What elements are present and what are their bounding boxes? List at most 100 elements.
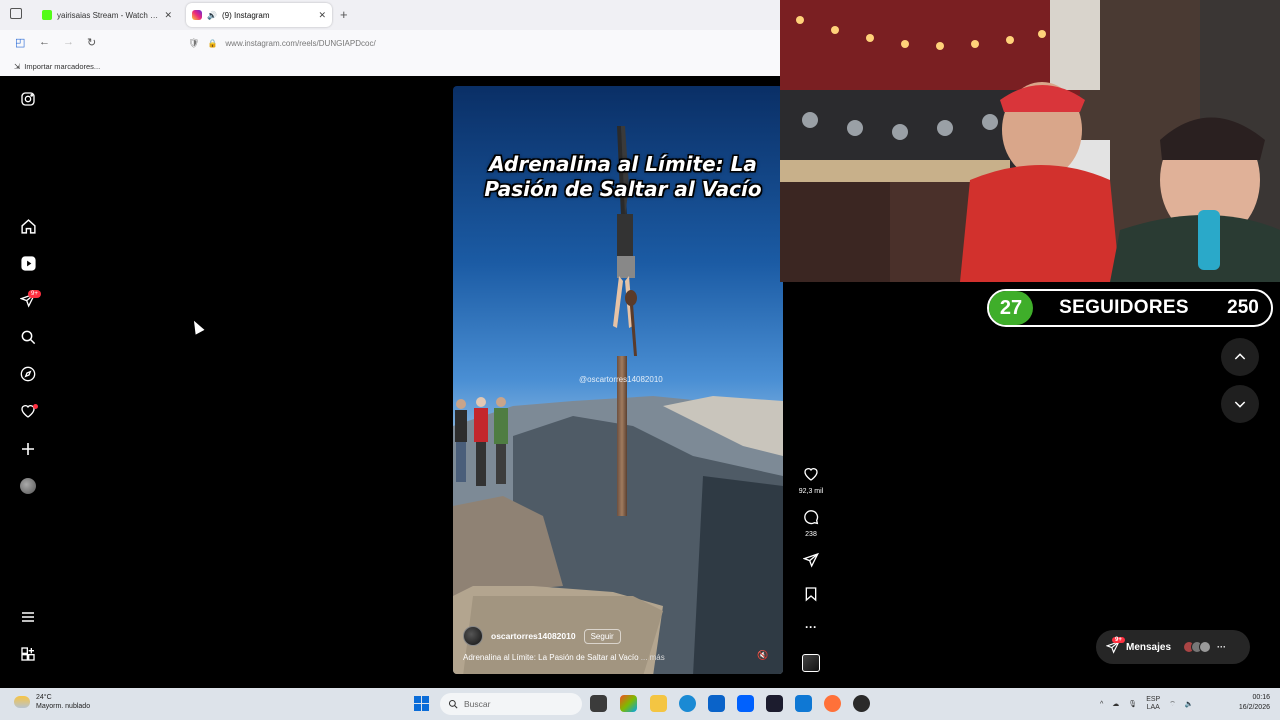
webcam-overlay <box>780 0 1280 282</box>
instagram-logo-icon[interactable] <box>18 89 38 109</box>
search-icon[interactable] <box>18 327 38 347</box>
close-tab-icon[interactable]: ✕ <box>318 10 326 21</box>
caption-text: Adrenalina al Límite: La Pasión de Salta… <box>463 653 639 662</box>
like-action[interactable]: 92,3 mil <box>793 466 829 495</box>
url-bar[interactable]: 🛡 🔒 www.instagram.com/reels/DUNGIAPDcoc/ <box>182 33 772 53</box>
kick-favicon-icon <box>42 10 52 20</box>
sidebar-toggle-icon[interactable]: ◰ <box>15 36 25 49</box>
tab-bar: yairisaias Stream - Watch Live o ✕ 🔊 (9)… <box>0 0 780 30</box>
tab-instagram[interactable]: 🔊 (9) Instagram ✕ <box>186 3 332 27</box>
reel-video[interactable]: Adrenalina al Límite: La Pasión de Salta… <box>453 86 783 674</box>
store-icon[interactable] <box>708 695 725 712</box>
tab-list-icon[interactable] <box>10 8 22 19</box>
reel-watermark: @oscartorres14082010 <box>579 375 663 384</box>
previous-reel-button[interactable] <box>1221 338 1259 376</box>
taskbar-search[interactable]: Buscar <box>440 693 582 715</box>
temperature: 24°C <box>36 694 52 701</box>
follow-button[interactable]: Seguir <box>583 628 621 644</box>
tab-label: (9) Instagram <box>221 10 270 20</box>
back-icon[interactable]: ← <box>39 36 50 48</box>
profile-avatar[interactable] <box>20 478 36 494</box>
reel-footer: oscartorres14082010 Seguir Adrenalina al… <box>463 626 773 662</box>
share-icon[interactable] <box>802 552 819 568</box>
lock-icon[interactable]: 🔒 <box>207 39 217 48</box>
followers-current: 27 <box>989 291 1033 325</box>
instagram-favicon-icon <box>192 10 202 20</box>
avatar <box>1199 641 1212 653</box>
clock-date: 16/2/2026 <box>1238 704 1270 711</box>
search-icon <box>448 699 458 709</box>
share-action[interactable] <box>793 552 829 573</box>
comment-icon[interactable] <box>803 509 819 525</box>
chevron-down-icon <box>1234 401 1246 408</box>
reel-author-row: oscartorres14082010 Seguir <box>463 626 773 646</box>
language-top: ESP <box>1146 696 1161 703</box>
import-bookmarks-link[interactable]: Importar marcadores... <box>24 62 100 71</box>
weather-widget[interactable]: 24°C Mayorm. nublado <box>14 693 90 711</box>
chevron-up-icon <box>1234 353 1246 360</box>
shield-icon[interactable]: 🛡 <box>188 38 199 49</box>
tab-label: yairisaias Stream - Watch Live o <box>57 10 159 20</box>
more-options-icon[interactable]: ··· <box>793 620 829 634</box>
dropbox-icon[interactable] <box>737 695 754 712</box>
explore-icon[interactable] <box>18 364 38 384</box>
volume-icon[interactable]: 🔈 <box>1185 700 1194 708</box>
forward-icon[interactable]: → <box>63 36 74 48</box>
more-icon: ··· <box>1217 642 1227 652</box>
task-view-icon[interactable] <box>590 695 607 712</box>
firefox-icon[interactable] <box>824 695 841 712</box>
followers-label: SEGUIDORES <box>1059 297 1189 318</box>
outlook-icon[interactable] <box>795 695 812 712</box>
heart-icon[interactable] <box>803 466 819 482</box>
next-reel-button[interactable] <box>1221 385 1259 423</box>
wifi-icon[interactable]: ⌔ <box>1169 700 1176 709</box>
start-button[interactable] <box>414 696 429 711</box>
author-username[interactable]: oscartorres14082010 <box>491 631 576 641</box>
notification-dot <box>33 404 38 409</box>
obs-icon[interactable] <box>853 695 870 712</box>
audio-thumbnail[interactable] <box>802 654 820 672</box>
comment-action[interactable]: 238 <box>793 509 829 538</box>
caption-more-link[interactable]: ... más <box>641 653 665 662</box>
taskbar-clock[interactable]: 00:16 16/2/2026 <box>1226 693 1270 713</box>
more-apps-icon[interactable] <box>18 644 38 664</box>
cloud-icon[interactable]: ☁ <box>1112 700 1119 708</box>
copilot-icon[interactable] <box>620 695 637 712</box>
comment-count: 238 <box>805 531 817 538</box>
home-icon[interactable] <box>18 216 38 236</box>
like-count: 92,3 mil <box>798 488 824 495</box>
mouse-cursor <box>189 318 205 335</box>
create-icon[interactable] <box>18 439 38 459</box>
chevron-up-icon[interactable]: ^ <box>1100 701 1103 708</box>
messages-button[interactable]: 9+ Mensajes ··· <box>1096 630 1250 664</box>
reels-icon[interactable] <box>18 253 38 273</box>
windows-taskbar: 24°C Mayorm. nublado Buscar ^ ☁ 🎙 ESP LA… <box>0 688 1280 720</box>
followers-goal: 250 <box>1227 297 1259 318</box>
tab-kick-stream[interactable]: yairisaias Stream - Watch Live o ✕ <box>36 3 178 27</box>
bookmark-icon[interactable] <box>803 586 819 602</box>
navigation-bar: ◰ ← → ↻ 🛡 🔒 www.instagram.com/reels/DUNG… <box>0 30 780 56</box>
system-tray: ^ ☁ 🎙 ESP LAA ⌔ 🔈 <box>1100 694 1194 714</box>
reload-icon[interactable]: ↻ <box>87 36 96 49</box>
save-action[interactable] <box>793 586 829 607</box>
edge-icon[interactable] <box>679 695 696 712</box>
new-tab-button[interactable]: + <box>340 7 348 22</box>
author-avatar[interactable] <box>463 626 483 646</box>
search-placeholder: Buscar <box>464 699 491 709</box>
file-explorer-icon[interactable] <box>650 695 667 712</box>
menu-icon[interactable] <box>18 607 38 627</box>
bookmarks-bar: ⇲ Importar marcadores... <box>0 56 780 76</box>
close-tab-icon[interactable]: ✕ <box>164 10 172 21</box>
messages-badge: 9+ <box>1112 637 1125 643</box>
language-indicator[interactable]: ESP LAA <box>1146 696 1160 712</box>
microphone-icon[interactable]: 🎙 <box>1128 700 1137 708</box>
reel-caption: Adrenalina al Límite: La Pasión de Salta… <box>463 653 773 662</box>
reel-title-overlay: Adrenalina al Límite: La Pasión de Salta… <box>484 152 762 201</box>
clock-time: 00:16 <box>1252 694 1270 701</box>
message-avatars <box>1183 641 1212 653</box>
bold-app-icon[interactable] <box>766 695 783 712</box>
weather-description: Mayorm. nublado <box>36 703 91 710</box>
speaker-icon[interactable]: 🔊 <box>207 11 217 20</box>
url-text[interactable]: www.instagram.com/reels/DUNGIAPDcoc/ <box>225 39 375 48</box>
mute-icon[interactable]: 🔇 <box>757 650 768 661</box>
